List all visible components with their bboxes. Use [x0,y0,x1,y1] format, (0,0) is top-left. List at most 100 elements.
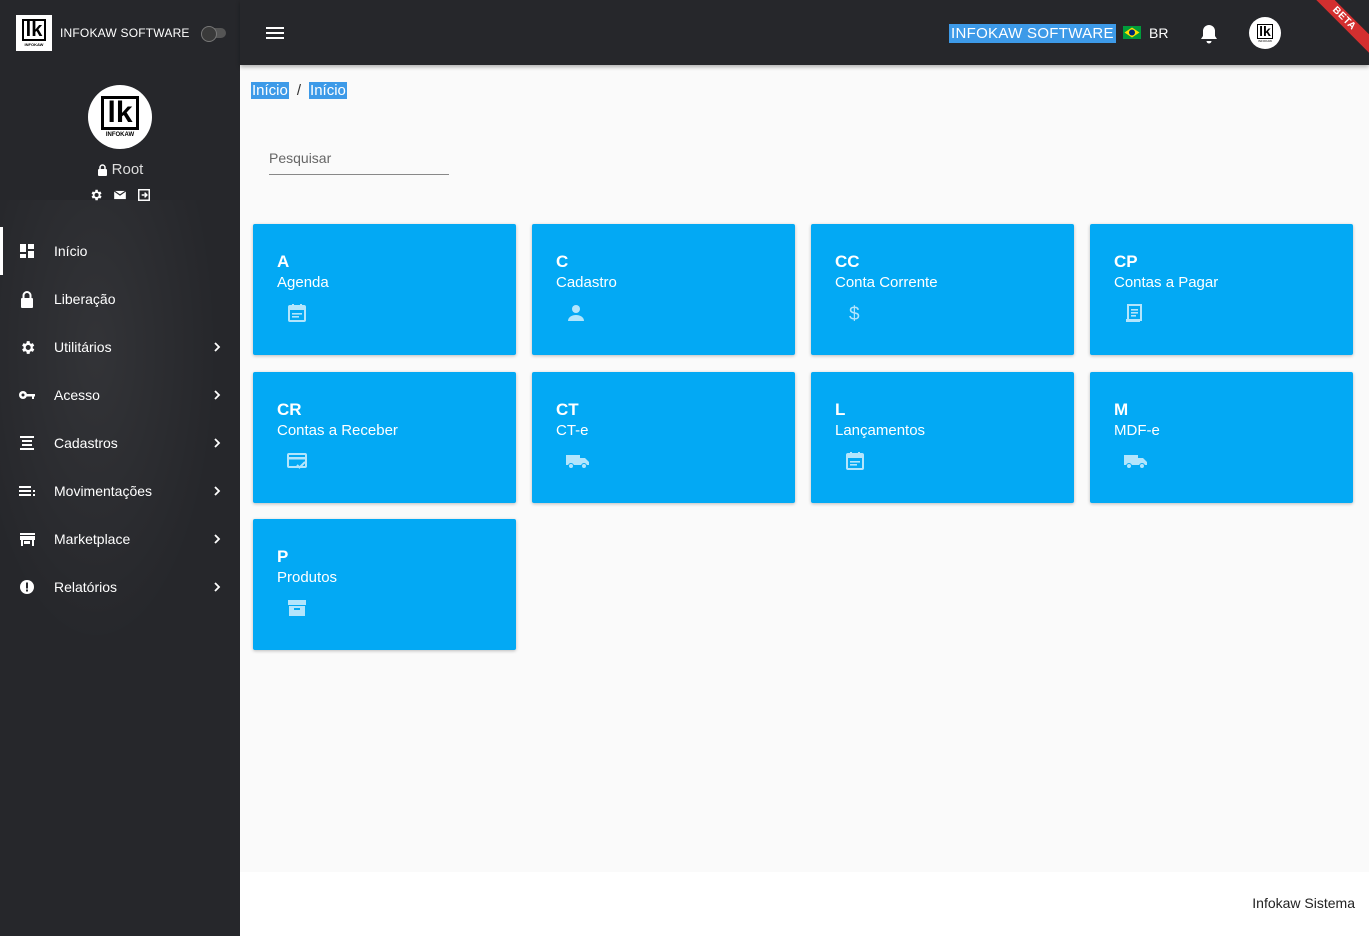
sidebar-mini-toggle[interactable] [201,26,226,42]
dashboard-icon [18,242,36,260]
tile-abbr: C [556,252,569,271]
top-bar: INFOKAW SOFTWARE BR lk INFOKAW BETA [240,0,1369,65]
tile-contas-a-receber[interactable]: CR Contas a Receber [253,372,516,503]
alert-icon [18,578,36,596]
brand[interactable]: lk INFOKAW INFOKAW SOFTWARE [16,15,226,51]
tile-lancamentos[interactable]: L Lançamentos [811,372,1074,503]
logo-mark: lk [21,19,47,41]
avatar-logo-subtext: INFOKAW [105,132,135,138]
tile-agenda[interactable]: A Agenda [253,224,516,355]
menu-lines-icon [18,482,36,500]
user-avatar[interactable]: lk INFOKAW [1249,17,1281,49]
sidebar: lk INFOKAW INFOKAW SOFTWARE lk INFOKAW R… [0,0,240,936]
mail-icon[interactable] [113,188,127,202]
truck-icon [1124,451,1147,471]
sidebar-item-label: Marketplace [54,531,131,547]
tile-name: MDF-e [1114,422,1160,439]
tile-abbr: CP [1114,252,1138,271]
breadcrumb-separator: / [296,82,302,99]
dollar-icon: $ [845,303,865,325]
person-icon [566,303,586,323]
tile-abbr: CC [835,252,860,271]
tile-mdf-e[interactable]: M MDF-e [1090,372,1353,503]
key-icon [18,386,36,404]
tile-cadastro[interactable]: C Cadastro [532,224,795,355]
brand-name: INFOKAW SOFTWARE [60,26,190,40]
store-icon [18,530,36,548]
sidebar-item-movimentacoes[interactable]: Movimentações [0,467,240,515]
avatar[interactable]: lk INFOKAW [88,85,152,149]
tile-name: Contas a Pagar [1114,274,1219,291]
sidebar-item-label: Utilitários [54,339,112,355]
calendar-icon [845,451,865,471]
truck-icon [566,451,589,471]
sidebar-item-marketplace[interactable]: Marketplace [0,515,240,563]
chevron-right-icon [212,387,222,403]
user-profile: lk INFOKAW Root [0,85,240,202]
archive-icon [287,598,307,618]
sidebar-item-label: Início [54,243,88,259]
sidebar-item-acesso[interactable]: Acesso [0,371,240,419]
list-icon [18,434,36,452]
tile-name: Contas a Receber [277,422,398,439]
tile-name: Produtos [277,569,338,586]
avatar-logo-mark: lk [1257,22,1273,39]
logout-icon[interactable] [137,188,151,202]
tile-name: Lançamentos [835,422,926,439]
search-input[interactable] [269,150,449,166]
chevron-right-icon [212,435,222,451]
gear-icon [18,338,36,356]
sidebar-item-label: Cadastros [54,435,118,451]
tile-name: Conta Corrente [835,274,938,291]
sidebar-item-label: Movimentações [54,483,153,499]
sidebar-item-relatorios[interactable]: Relatórios [0,563,240,611]
sidebar-item-liberacao[interactable]: Liberação [0,275,240,323]
tile-contas-a-pagar[interactable]: CP Contas a Pagar [1090,224,1353,355]
receipt-icon [1124,303,1144,323]
chevron-right-icon [212,579,222,595]
tile-conta-corrente[interactable]: CC Conta Corrente $ [811,224,1074,355]
sidebar-item-label: Acesso [54,387,100,403]
lock-icon [18,290,36,308]
search-field [269,150,449,175]
company-name[interactable]: INFOKAW SOFTWARE [949,24,1116,43]
footer-text: Infokaw Sistema [1252,895,1355,911]
tile-abbr: A [277,252,290,271]
chevron-right-icon [212,483,222,499]
logo-subtext: INFOKAW [24,42,44,47]
svg-text:$: $ [849,304,860,323]
tile-abbr: P [277,547,289,566]
tile-produtos[interactable]: P Produtos [253,519,516,650]
user-name: Root [111,161,144,178]
sidebar-item-utilitarios[interactable]: Utilitários [0,323,240,371]
tile-abbr: M [1114,400,1129,419]
tile-abbr: CT [556,400,579,419]
tile-name: Cadastro [556,274,617,291]
breadcrumb-item[interactable]: Início [251,82,289,99]
profile-actions [0,188,240,202]
brazil-flag-icon[interactable] [1123,26,1141,39]
calendar-icon [287,303,307,323]
tile-name: CT-e [556,422,589,439]
beta-label: BETA [1307,0,1369,55]
language-selector[interactable]: BR [1149,25,1168,41]
hamburger-menu-icon[interactable] [266,25,286,41]
breadcrumb: Início / Início [251,82,347,99]
beta-ribbon: BETA [1303,0,1369,60]
card-check-icon [287,451,307,471]
notification-bell-icon[interactable] [1199,23,1219,45]
lock-icon [97,163,108,176]
tile-abbr: CR [277,400,302,419]
breadcrumb-item[interactable]: Início [309,82,347,99]
brand-logo: lk INFOKAW [16,15,52,51]
tile-name: Agenda [277,274,329,291]
user-line: Root [0,161,240,178]
sidebar-item-cadastros[interactable]: Cadastros [0,419,240,467]
settings-icon[interactable] [89,188,103,202]
sidebar-item-label: Liberação [54,291,116,307]
chevron-right-icon [212,531,222,547]
sidebar-item-label: Relatórios [54,579,118,595]
sidebar-item-inicio[interactable]: Início [0,227,240,275]
footer: Infokaw Sistema [240,872,1369,936]
tile-ct-e[interactable]: CT CT-e [532,372,795,503]
